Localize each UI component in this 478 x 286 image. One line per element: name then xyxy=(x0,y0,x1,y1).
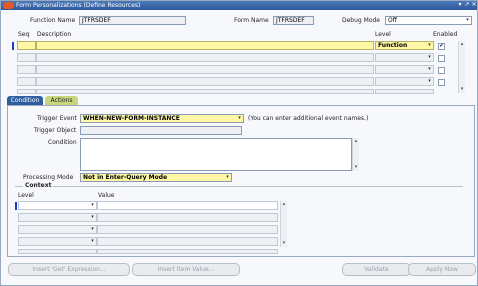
maximize-icon[interactable]: ↗ xyxy=(464,2,470,8)
debug-mode-label: Debug Mode xyxy=(342,17,380,24)
table-row-description[interactable] xyxy=(36,89,374,94)
chevron-down-icon[interactable]: ▾ xyxy=(224,174,231,181)
function-name-label: Function Name xyxy=(30,17,76,24)
chevron-down-icon[interactable]: ▾ xyxy=(236,115,243,122)
scroll-down-icon[interactable]: ▾ xyxy=(353,165,359,170)
table-row-level[interactable]: ▾ xyxy=(375,65,434,74)
context-separator xyxy=(15,186,463,187)
enabled-column-header: Enabled xyxy=(433,31,458,38)
scroll-up-icon[interactable]: ▴ xyxy=(281,202,287,207)
insert-get-expression-button[interactable]: Insert 'Get' Expression... xyxy=(8,263,130,276)
context-row-level[interactable]: ▾ xyxy=(18,201,97,210)
chevron-down-icon[interactable]: ▾ xyxy=(426,78,433,85)
oracle-icon xyxy=(3,2,14,9)
form-name-label: Form Name xyxy=(234,17,269,24)
validate-button[interactable]: Validate xyxy=(342,263,411,276)
context-value-column-header: Value xyxy=(98,192,115,199)
condition-scrollbar[interactable]: ▴ ▾ xyxy=(352,138,359,171)
debug-mode-select[interactable]: Off ▾ xyxy=(385,16,472,25)
table-row-description[interactable] xyxy=(36,77,374,86)
scroll-up-icon[interactable]: ▴ xyxy=(459,42,465,47)
rules-table-scrollbar[interactable]: ▴ ▾ xyxy=(458,41,465,93)
context-row-level[interactable]: ▾ xyxy=(18,225,97,234)
table-row-description[interactable] xyxy=(36,53,374,62)
debug-mode-value: Off xyxy=(388,17,397,24)
enabled-checkbox[interactable] xyxy=(438,79,445,86)
table-row-level[interactable]: ▾ xyxy=(375,53,434,62)
trigger-object-field[interactable] xyxy=(80,126,242,135)
chevron-down-icon[interactable]: ▾ xyxy=(426,42,433,49)
description-column-header: Description xyxy=(37,31,72,38)
trigger-event-hint: (You can enter additional event names.) xyxy=(248,115,369,122)
table-row-seq[interactable] xyxy=(17,65,36,74)
trigger-event-combobox[interactable]: WHEN-NEW-FORM-INSTANCE ▾ xyxy=(80,114,244,123)
context-row-value[interactable] xyxy=(97,213,278,222)
table-row-description[interactable] xyxy=(36,65,374,74)
table-row-level[interactable]: Function ▾ xyxy=(375,41,434,50)
enabled-checkbox[interactable] xyxy=(438,55,445,62)
scroll-down-icon[interactable]: ▾ xyxy=(281,241,287,246)
context-row-value[interactable] xyxy=(97,225,278,234)
form-personalizations-window: Form Personalizations (Define Resources)… xyxy=(0,0,478,286)
trigger-event-label: Trigger Event xyxy=(37,115,77,122)
context-section-label: Context xyxy=(23,182,54,190)
trigger-object-label: Trigger Object xyxy=(34,127,77,134)
trigger-event-value: WHEN-NEW-FORM-INSTANCE xyxy=(83,115,180,122)
apply-now-button[interactable]: Apply Now xyxy=(408,263,476,276)
scroll-down-icon[interactable]: ▾ xyxy=(459,87,465,92)
scroll-up-icon[interactable]: ▴ xyxy=(353,139,359,144)
window-title: Form Personalizations (Define Resources) xyxy=(16,2,141,9)
close-icon[interactable]: ✕ xyxy=(471,2,477,8)
table-row-level[interactable]: ▾ xyxy=(375,77,434,86)
context-table-scrollbar[interactable]: ▴ ▾ xyxy=(280,201,287,247)
chevron-down-icon[interactable]: ▾ xyxy=(89,214,96,221)
current-record-marker xyxy=(15,202,17,210)
enabled-checkbox[interactable] xyxy=(438,67,445,74)
chevron-down-icon[interactable]: ▾ xyxy=(426,66,433,73)
minimize-icon[interactable]: ▾ xyxy=(457,2,463,8)
context-row-value[interactable] xyxy=(97,237,278,246)
context-row-value[interactable] xyxy=(97,201,278,210)
context-row-level[interactable] xyxy=(18,249,97,254)
enabled-checkbox[interactable]: ✔ xyxy=(438,43,445,50)
seq-column-header: Seq xyxy=(18,31,30,38)
chevron-down-icon[interactable]: ▾ xyxy=(89,238,96,245)
table-row-seq[interactable] xyxy=(17,77,36,86)
level-value: Function xyxy=(378,42,408,49)
title-bar: Form Personalizations (Define Resources)… xyxy=(1,1,477,10)
table-row-seq[interactable] xyxy=(17,41,36,50)
context-row-level[interactable]: ▾ xyxy=(18,213,97,222)
form-name-field[interactable]: JTFRSDEF xyxy=(273,16,314,25)
processing-mode-label: Processing Mode xyxy=(23,174,74,181)
table-row-seq[interactable] xyxy=(17,53,36,62)
context-level-column-header: Level xyxy=(18,192,34,199)
insert-item-value-button[interactable]: Insert Item Value... xyxy=(132,263,240,276)
current-record-marker xyxy=(12,42,14,50)
level-column-header: Level xyxy=(375,31,391,38)
condition-textarea[interactable] xyxy=(80,138,352,171)
processing-mode-value: Not in Enter-Query Mode xyxy=(83,174,168,181)
context-row-level[interactable]: ▾ xyxy=(18,237,97,246)
chevron-down-icon[interactable]: ▾ xyxy=(464,17,471,24)
processing-mode-select[interactable]: Not in Enter-Query Mode ▾ xyxy=(80,173,232,182)
condition-label: Condition xyxy=(48,139,77,146)
table-row-level[interactable] xyxy=(375,89,434,94)
context-row-value[interactable] xyxy=(97,249,278,254)
chevron-down-icon[interactable]: ▾ xyxy=(89,202,96,209)
chevron-down-icon[interactable]: ▾ xyxy=(89,226,96,233)
table-row-seq[interactable] xyxy=(17,89,36,94)
chevron-down-icon[interactable]: ▾ xyxy=(426,54,433,61)
table-row-description[interactable] xyxy=(36,41,374,50)
function-name-field[interactable]: JTFRSDEF xyxy=(79,16,186,25)
